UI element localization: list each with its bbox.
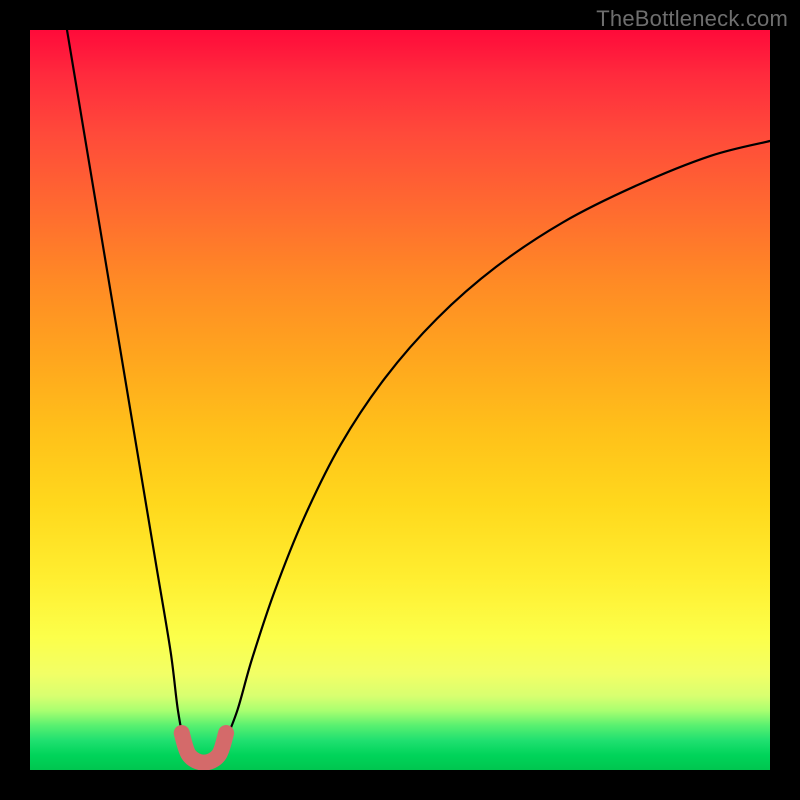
curve-layer <box>67 30 770 763</box>
curve-right-branch <box>215 141 770 763</box>
curve-minimum-marker <box>182 733 226 763</box>
plot-area <box>30 30 770 770</box>
curve-svg <box>30 30 770 770</box>
curve-left-branch <box>67 30 193 763</box>
chart-frame: TheBottleneck.com <box>0 0 800 800</box>
watermark-text: TheBottleneck.com <box>596 6 788 32</box>
